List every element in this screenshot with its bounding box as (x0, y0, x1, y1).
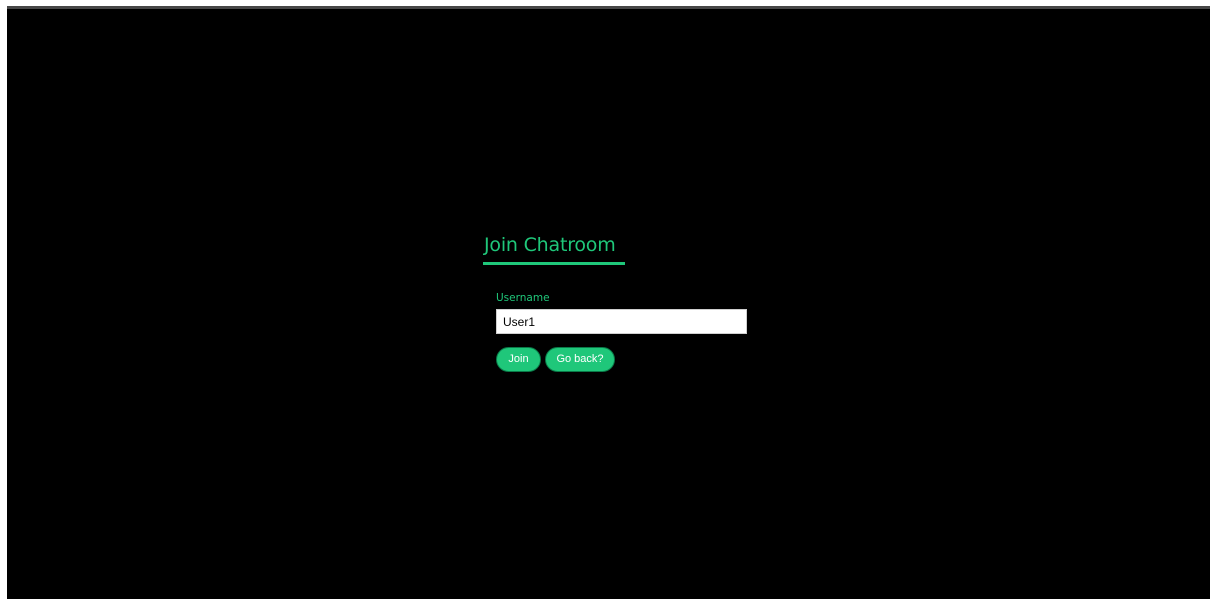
title-underline (483, 262, 625, 265)
username-input[interactable] (496, 309, 747, 334)
username-label: Username (496, 292, 550, 304)
page-title: Join Chatroom (484, 234, 616, 256)
window-frame: Join Chatroom Username Join Go back? (0, 0, 1210, 599)
go-back-button[interactable]: Go back? (545, 347, 615, 372)
page-viewport (7, 9, 1210, 599)
join-button[interactable]: Join (496, 347, 541, 372)
